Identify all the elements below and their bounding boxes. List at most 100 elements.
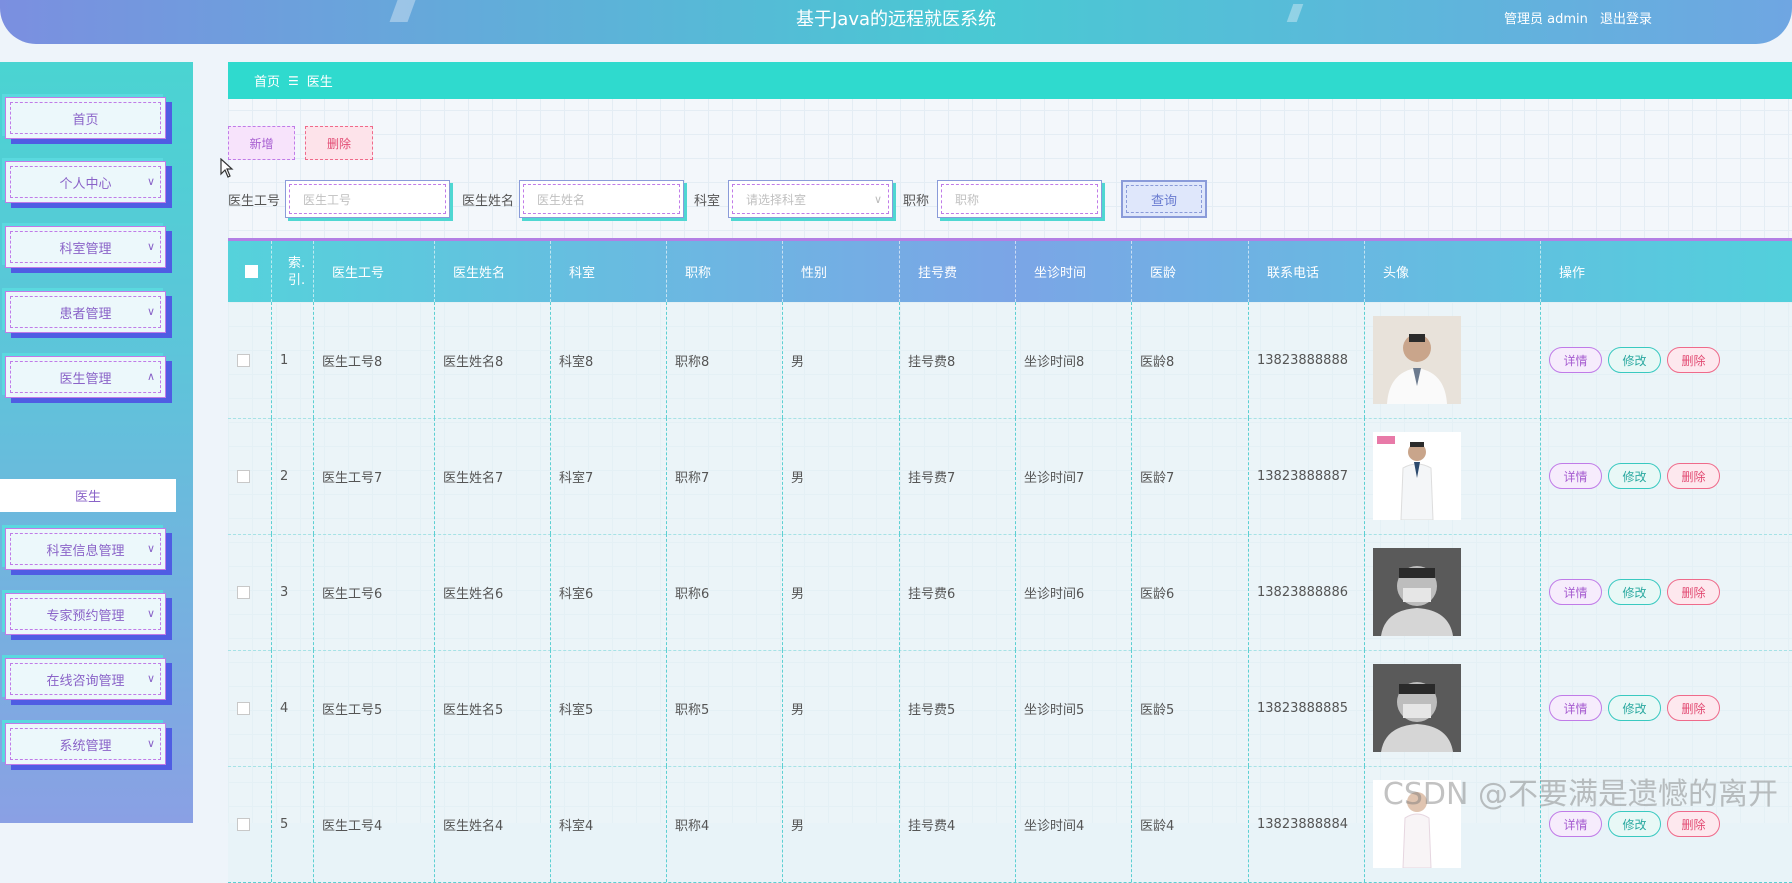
cell-select bbox=[228, 650, 272, 766]
cell-id: 医生工号6 bbox=[314, 534, 435, 650]
sidebar-item-appointments[interactable]: 专家预约管理 ∨ bbox=[5, 593, 166, 635]
cell-gender: 男 bbox=[783, 302, 900, 418]
delete-button[interactable]: 删除 bbox=[1667, 463, 1720, 489]
sidebar: 首页 个人中心 ∨ 科室管理 ∨ 患者管理 ∨ 医生管理 ∧ 医生 科室信息管理… bbox=[0, 62, 193, 823]
sidebar-subitem-doctor[interactable]: 医生 bbox=[0, 479, 176, 512]
cell-phone: 13823888886 bbox=[1249, 534, 1365, 650]
detail-button[interactable]: 详情 bbox=[1549, 811, 1602, 837]
cell-gender: 男 bbox=[783, 650, 900, 766]
doctor-id-placeholder: 医生工号 bbox=[289, 184, 446, 214]
chevron-down-icon: ∨ bbox=[146, 305, 155, 318]
table-row: 3 医生工号6 医生姓名6 科室6 职称6 男挂号费6 坐诊时间6 医龄6 1382388888… bbox=[228, 534, 1792, 651]
delete-button[interactable]: 删除 bbox=[1667, 695, 1720, 721]
row-checkbox[interactable] bbox=[237, 585, 250, 599]
dept-label: 科室 bbox=[694, 194, 721, 209]
row-checkbox[interactable] bbox=[237, 469, 250, 483]
cell-select bbox=[228, 534, 272, 650]
title-placeholder: 职称 bbox=[941, 184, 1098, 214]
cell-name: 医生姓名6 bbox=[435, 534, 551, 650]
row-checkbox[interactable] bbox=[237, 817, 250, 831]
table-row: 2 医生工号7 医生姓名7 科室7 职称7 男挂号费7 坐诊时间7 医龄7 1382388888… bbox=[228, 418, 1792, 535]
sidebar-item-label: 科室管理 bbox=[59, 241, 112, 257]
cell-avatar bbox=[1365, 302, 1541, 418]
sidebar-item-dept-info[interactable]: 科室信息管理 ∨ bbox=[5, 528, 166, 570]
doctor-id-label: 医生工号 bbox=[228, 194, 281, 209]
cell-time: 坐诊时间7 bbox=[1016, 418, 1132, 534]
doctor-avatar bbox=[1373, 316, 1461, 404]
row-checkbox[interactable] bbox=[237, 353, 250, 367]
user-label: 管理员 admin bbox=[1503, 12, 1588, 27]
cell-gender: 男 bbox=[783, 766, 900, 882]
sidebar-item-system[interactable]: 系统管理 ∨ bbox=[5, 723, 166, 765]
sidebar-item-label: 系统管理 bbox=[59, 738, 112, 754]
select-all-checkbox[interactable] bbox=[245, 265, 258, 278]
cell-age: 医龄4 bbox=[1132, 766, 1249, 882]
doctor-name-input[interactable]: 医生姓名 bbox=[519, 180, 684, 218]
cell-actions: 详情 修改 删除 bbox=[1541, 418, 1792, 534]
delete-button[interactable]: 删除 bbox=[1667, 347, 1720, 373]
table-row: 1 医生工号8 医生姓名8 科室8 职称8 男挂号费8 坐诊时间8 医龄8 1382388888… bbox=[228, 302, 1792, 419]
chevron-down-icon: ∨ bbox=[146, 607, 155, 620]
cell-id: 医生工号8 bbox=[314, 302, 435, 418]
chevron-down-icon: ∨ bbox=[146, 175, 155, 188]
detail-button[interactable]: 详情 bbox=[1549, 463, 1602, 489]
header-time: 坐诊时间 bbox=[1016, 241, 1132, 302]
edit-button[interactable]: 修改 bbox=[1608, 579, 1661, 605]
mouse-cursor-icon bbox=[220, 157, 234, 182]
cell-time: 坐诊时间5 bbox=[1016, 650, 1132, 766]
header-index: 索. 引. bbox=[272, 241, 314, 302]
cell-dept: 科室5 bbox=[551, 650, 667, 766]
edit-button[interactable]: 修改 bbox=[1608, 347, 1661, 373]
query-button[interactable]: 查询 bbox=[1121, 180, 1207, 218]
logout-link[interactable]: 退出登录 bbox=[1600, 12, 1652, 27]
cell-age: 医龄8 bbox=[1132, 302, 1249, 418]
edit-button[interactable]: 修改 bbox=[1608, 463, 1661, 489]
sidebar-item-profile[interactable]: 个人中心 ∨ bbox=[5, 161, 166, 203]
cell-index: 2 bbox=[272, 418, 314, 534]
cell-select bbox=[228, 766, 272, 882]
sidebar-item-home[interactable]: 首页 bbox=[5, 97, 166, 139]
title-input[interactable]: 职称 bbox=[937, 180, 1102, 218]
doctor-id-input[interactable]: 医生工号 bbox=[285, 180, 450, 218]
row-checkbox[interactable] bbox=[237, 701, 250, 715]
delete-button[interactable]: 删除 bbox=[1667, 579, 1720, 605]
sidebar-item-label: 专家预约管理 bbox=[46, 608, 125, 624]
sidebar-item-consultation[interactable]: 在线咨询管理 ∨ bbox=[5, 658, 166, 700]
cell-id: 医生工号5 bbox=[314, 650, 435, 766]
edit-button[interactable]: 修改 bbox=[1608, 695, 1661, 721]
sidebar-item-doctors[interactable]: 医生管理 ∧ bbox=[5, 356, 166, 398]
batch-delete-button[interactable]: 删除 bbox=[305, 126, 373, 160]
cell-time: 坐诊时间4 bbox=[1016, 766, 1132, 882]
cell-fee: 挂号费6 bbox=[900, 534, 1016, 650]
watermark: CSDN @不要满是遗憾的离开 bbox=[1382, 777, 1778, 812]
sidebar-item-patients[interactable]: 患者管理 ∨ bbox=[5, 291, 166, 333]
cell-index: 4 bbox=[272, 650, 314, 766]
breadcrumb-home[interactable]: 首页 bbox=[254, 71, 280, 90]
breadcrumb-current: 医生 bbox=[306, 75, 333, 90]
menu-icon: ☰ bbox=[288, 73, 299, 88]
add-button[interactable]: 新增 bbox=[228, 126, 295, 160]
dept-select[interactable]: 请选择科室 ∨ bbox=[728, 180, 893, 218]
header-title: 职称 bbox=[667, 241, 783, 302]
doctor-avatar bbox=[1373, 548, 1461, 636]
edit-button[interactable]: 修改 bbox=[1608, 811, 1661, 837]
cell-dept: 科室4 bbox=[551, 766, 667, 882]
cell-actions: 详情 修改 删除 bbox=[1541, 534, 1792, 650]
cell-actions: 详情 修改 删除 bbox=[1541, 302, 1792, 418]
sidebar-item-dept[interactable]: 科室管理 ∨ bbox=[5, 226, 166, 268]
cell-select bbox=[228, 302, 272, 418]
detail-button[interactable]: 详情 bbox=[1549, 347, 1602, 373]
detail-button[interactable]: 详情 bbox=[1549, 695, 1602, 721]
cell-phone: 13823888887 bbox=[1249, 418, 1365, 534]
sidebar-item-label: 个人中心 bbox=[59, 176, 112, 192]
doctor-name-label: 医生姓名 bbox=[462, 194, 515, 209]
detail-button[interactable]: 详情 bbox=[1549, 579, 1602, 605]
cell-name: 医生姓名5 bbox=[435, 650, 551, 766]
cell-dept: 科室7 bbox=[551, 418, 667, 534]
cell-age: 医龄7 bbox=[1132, 418, 1249, 534]
cell-fee: 挂号费8 bbox=[900, 302, 1016, 418]
table-header: 索. 引. 医生工号 医生姓名 科室 职称 性别 挂号费 坐诊时间 医龄 联系电… bbox=[228, 238, 1792, 302]
sidebar-item-label: 患者管理 bbox=[59, 306, 112, 322]
header-select-all[interactable] bbox=[228, 241, 272, 302]
delete-button[interactable]: 删除 bbox=[1667, 811, 1720, 837]
